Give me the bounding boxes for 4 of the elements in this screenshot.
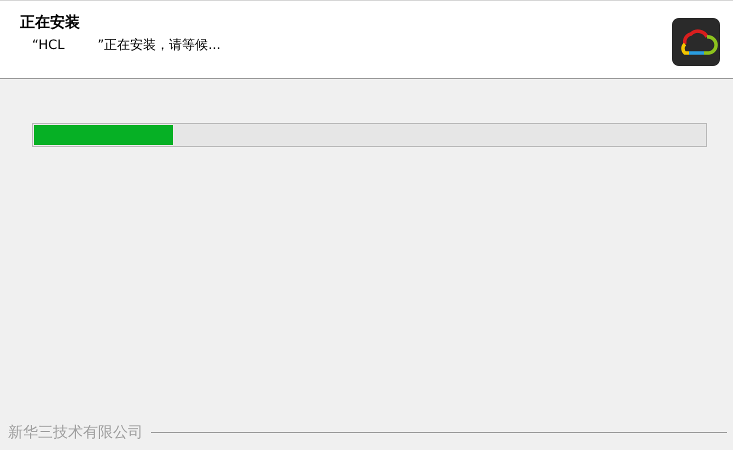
header-title: 正在安装	[20, 13, 81, 32]
header-subtitle: “HCL ”正在安装，请等候...	[31, 37, 221, 54]
cloud-icon	[671, 17, 721, 67]
company-name: 新华三技术有限公司	[8, 423, 143, 442]
